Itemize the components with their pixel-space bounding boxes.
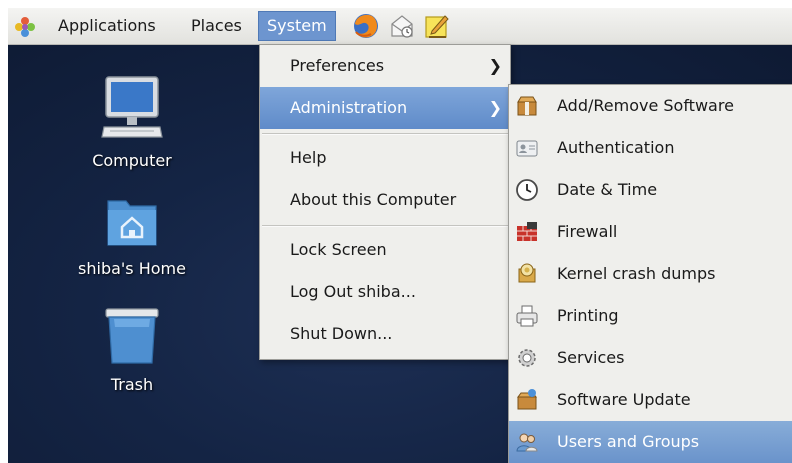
menu-item-help[interactable]: Help bbox=[260, 137, 510, 179]
preferences-label: Preferences bbox=[290, 56, 385, 75]
users-and-groups-label: Users and Groups bbox=[557, 432, 700, 451]
computer-desktop-icon[interactable]: Computer bbox=[52, 75, 212, 170]
menu-item-firewall[interactable]: Firewall bbox=[509, 211, 792, 253]
trash-icon bbox=[105, 308, 159, 364]
mail-icon[interactable] bbox=[388, 12, 416, 40]
menu-item-preferences[interactable]: Preferences ❯ bbox=[260, 45, 510, 87]
services-label: Services bbox=[557, 348, 625, 367]
chevron-right-icon: ❯ bbox=[488, 56, 502, 75]
administration-submenu: Add/Remove Software Authentication Date … bbox=[508, 84, 792, 463]
menu-item-administration[interactable]: Administration ❯ bbox=[260, 87, 510, 129]
users-icon bbox=[516, 433, 538, 452]
authentication-label: Authentication bbox=[557, 138, 675, 157]
administration-label: Administration bbox=[290, 98, 408, 117]
top-panel: Applications Places System bbox=[8, 8, 792, 45]
menu-item-lock-screen[interactable]: Lock Screen bbox=[260, 229, 510, 271]
printer-icon bbox=[516, 305, 538, 327]
home-folder-icon bbox=[107, 200, 157, 246]
firefox-icon[interactable] bbox=[352, 12, 380, 40]
gear-icon bbox=[518, 349, 536, 367]
menu-item-add-remove-software[interactable]: Add/Remove Software bbox=[509, 85, 792, 127]
printing-label: Printing bbox=[557, 306, 619, 325]
kernel-crash-dumps-label: Kernel crash dumps bbox=[557, 264, 716, 283]
home-label: shiba's Home bbox=[78, 259, 186, 278]
applications-icon bbox=[15, 17, 35, 37]
system-dropdown-menu: Preferences ❯ Administration ❯ Help Abou… bbox=[259, 44, 511, 360]
home-desktop-icon[interactable]: shiba's Home bbox=[52, 195, 212, 278]
screen: Applications Places System Computer shib… bbox=[8, 8, 792, 463]
package-icon bbox=[517, 96, 537, 116]
chevron-right-icon: ❯ bbox=[488, 98, 502, 117]
menu-item-users-and-groups[interactable]: Users and Groups bbox=[509, 421, 792, 463]
update-icon bbox=[517, 389, 537, 410]
menu-item-log-out[interactable]: Log Out shiba... bbox=[260, 271, 510, 313]
menu-item-printing[interactable]: Printing bbox=[509, 295, 792, 337]
applications-menu[interactable]: Applications bbox=[50, 11, 164, 41]
trash-label: Trash bbox=[110, 375, 154, 394]
software-update-label: Software Update bbox=[557, 390, 691, 409]
menu-item-date-time[interactable]: Date & Time bbox=[509, 169, 792, 211]
notes-icon[interactable] bbox=[423, 12, 451, 40]
menu-item-services[interactable]: Services bbox=[509, 337, 792, 379]
menu-item-shut-down[interactable]: Shut Down... bbox=[260, 313, 510, 355]
menu-item-authentication[interactable]: Authentication bbox=[509, 127, 792, 169]
menu-item-kernel-crash-dumps[interactable]: Kernel crash dumps bbox=[509, 253, 792, 295]
kernel-icon bbox=[518, 263, 536, 283]
firewall-label: Firewall bbox=[557, 222, 618, 241]
computer-label: Computer bbox=[92, 151, 172, 170]
date-time-label: Date & Time bbox=[557, 180, 658, 199]
computer-icon bbox=[101, 76, 163, 138]
menu-separator bbox=[262, 133, 508, 135]
trash-desktop-icon[interactable]: Trash bbox=[52, 305, 212, 394]
id-card-icon bbox=[516, 140, 538, 157]
clock-icon bbox=[516, 179, 538, 201]
firewall-icon bbox=[517, 222, 537, 241]
menu-item-about[interactable]: About this Computer bbox=[260, 179, 510, 221]
menu-item-software-update[interactable]: Software Update bbox=[509, 379, 792, 421]
system-menu[interactable]: System bbox=[258, 11, 336, 41]
menu-separator bbox=[262, 225, 508, 227]
places-menu[interactable]: Places bbox=[183, 11, 250, 41]
add-remove-software-label: Add/Remove Software bbox=[557, 96, 734, 115]
